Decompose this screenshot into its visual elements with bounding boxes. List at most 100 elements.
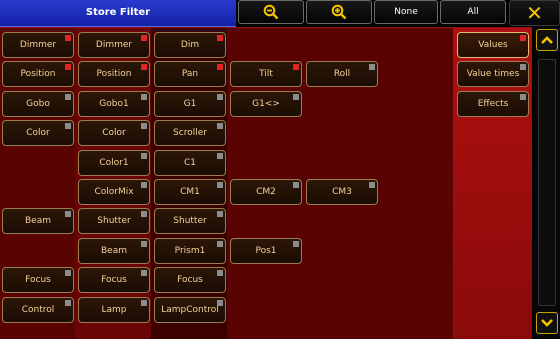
filter-cm3-attribute[interactable]: CM3: [306, 179, 378, 205]
cell-label: Value times: [466, 69, 520, 79]
scrollbar[interactable]: [534, 27, 560, 338]
window-title: Store Filter: [85, 7, 151, 18]
inactive-marker: [141, 94, 147, 100]
inactive-marker: [217, 211, 223, 217]
filter-control-group[interactable]: Control: [2, 297, 74, 323]
close-button[interactable]: ✕: [509, 0, 560, 26]
cell-label: CM3: [332, 187, 352, 197]
filter-beam-group[interactable]: Beam: [2, 208, 74, 234]
cell-label: Scroller: [173, 128, 207, 138]
inactive-marker: [217, 94, 223, 100]
cell-label: Lamp: [101, 305, 127, 315]
inactive-marker: [217, 241, 223, 247]
value-times-toggle[interactable]: Value times: [457, 61, 529, 87]
filter-cm2-attribute[interactable]: CM2: [230, 179, 302, 205]
title-bar: Store Filter: [0, 0, 236, 27]
inactive-marker: [141, 241, 147, 247]
cell-label: Roll: [333, 69, 351, 79]
cell-label: CM2: [256, 187, 276, 197]
filter-prism1-attribute[interactable]: Prism1: [154, 238, 226, 264]
filter-panel: Dimmer Position Gobo Color Beam Focus Co…: [0, 27, 532, 339]
filter-cm1-attribute[interactable]: CM1: [154, 179, 226, 205]
filter-shutter-attribute[interactable]: Shutter: [154, 208, 226, 234]
inactive-marker: [141, 182, 147, 188]
zoom-out-button[interactable]: [238, 0, 304, 24]
cell-label: Prism1: [174, 246, 206, 256]
cell-label: Tilt: [259, 69, 273, 79]
cell-label: Color: [26, 128, 50, 138]
filter-scroller-attribute[interactable]: Scroller: [154, 120, 226, 146]
inactive-marker: [141, 123, 147, 129]
close-icon: ✕: [526, 1, 543, 25]
cell-label: Dimmer: [95, 40, 133, 50]
filter-pos1-attribute[interactable]: Pos1: [230, 238, 302, 264]
filter-g1-attribute[interactable]: G1: [154, 91, 226, 117]
active-marker: [65, 64, 71, 70]
filter-beam-feature[interactable]: Beam: [78, 238, 150, 264]
inactive-marker: [217, 270, 223, 276]
zoom-in-button[interactable]: [306, 0, 372, 24]
cell-label: Shutter: [97, 216, 131, 226]
filter-shutter-feature[interactable]: Shutter: [78, 208, 150, 234]
active-marker: [141, 35, 147, 41]
filter-dim-attribute[interactable]: Dim: [154, 32, 226, 58]
filter-focus-group[interactable]: Focus: [2, 267, 74, 293]
cell-label: Effects: [477, 99, 509, 109]
inactive-marker: [217, 123, 223, 129]
active-marker: [141, 64, 147, 70]
active-marker: [217, 35, 223, 41]
chevron-up-icon: [541, 36, 553, 44]
scroll-track[interactable]: [538, 59, 556, 306]
filter-gobo1-feature[interactable]: Gobo1: [78, 91, 150, 117]
scroll-up-button[interactable]: [536, 29, 558, 51]
inactive-marker: [65, 270, 71, 276]
inactive-marker: [141, 270, 147, 276]
cell-label: Values: [478, 40, 508, 50]
inactive-marker: [520, 94, 526, 100]
inactive-marker: [65, 211, 71, 217]
cell-label: Color: [102, 128, 126, 138]
inactive-marker: [293, 94, 299, 100]
inactive-marker: [65, 300, 71, 306]
filter-color1-feature[interactable]: Color1: [78, 150, 150, 176]
active-marker: [217, 64, 223, 70]
cell-label: C1: [183, 158, 196, 168]
filter-c1-attribute[interactable]: C1: [154, 150, 226, 176]
cell-label: LampControl: [161, 305, 219, 315]
filter-dimmer-group[interactable]: Dimmer: [2, 32, 74, 58]
cell-label: G1<>: [252, 99, 280, 109]
filter-lamp-feature[interactable]: Lamp: [78, 297, 150, 323]
chevron-down-icon: [541, 319, 553, 327]
cell-label: Gobo1: [99, 99, 129, 109]
filter-tilt-attribute[interactable]: Tilt: [230, 61, 302, 87]
cell-label: Color1: [99, 158, 129, 168]
values-toggle[interactable]: Values: [457, 32, 529, 58]
filter-gobo-group[interactable]: Gobo: [2, 91, 74, 117]
scroll-down-button[interactable]: [536, 312, 558, 334]
filter-colormix-feature[interactable]: ColorMix: [78, 179, 150, 205]
inactive-marker: [217, 182, 223, 188]
inactive-marker: [293, 182, 299, 188]
cell-label: CM1: [180, 187, 200, 197]
filter-focus-feature[interactable]: Focus: [78, 267, 150, 293]
cell-label: Beam: [25, 216, 51, 226]
inactive-marker: [65, 94, 71, 100]
inactive-marker: [369, 182, 375, 188]
effects-toggle[interactable]: Effects: [457, 91, 529, 117]
all-button[interactable]: All: [440, 0, 506, 24]
filter-pan-attribute[interactable]: Pan: [154, 61, 226, 87]
inactive-marker: [141, 300, 147, 306]
filter-color-group[interactable]: Color: [2, 120, 74, 146]
filter-g1-rotate-attribute[interactable]: G1<>: [230, 91, 302, 117]
cell-label: Position: [96, 69, 132, 79]
filter-color-feature[interactable]: Color: [78, 120, 150, 146]
filter-lampcontrol-attribute[interactable]: LampControl: [154, 297, 226, 323]
filter-dimmer-feature[interactable]: Dimmer: [78, 32, 150, 58]
inactive-marker: [65, 123, 71, 129]
cell-label: Control: [21, 305, 55, 315]
filter-focus-attribute[interactable]: Focus: [154, 267, 226, 293]
filter-position-group[interactable]: Position: [2, 61, 74, 87]
filter-roll-attribute[interactable]: Roll: [306, 61, 378, 87]
filter-position-feature[interactable]: Position: [78, 61, 150, 87]
none-button[interactable]: None: [374, 0, 438, 24]
